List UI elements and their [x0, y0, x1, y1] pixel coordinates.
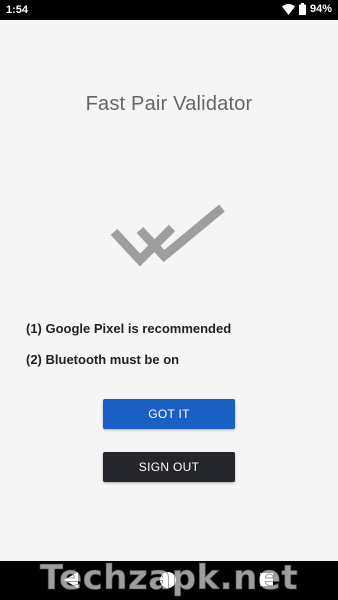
status-icons: 94%: [281, 3, 332, 15]
recents-icon[interactable]: [260, 573, 273, 586]
requirement-bluetooth: (2) Bluetooth must be on: [26, 352, 180, 367]
got-it-button[interactable]: GOT IT: [103, 399, 235, 429]
double-check-icon: [110, 204, 225, 267]
back-icon[interactable]: [64, 572, 78, 588]
battery-icon: [298, 3, 306, 15]
battery-percent: 94%: [309, 3, 332, 15]
sign-out-button[interactable]: SIGN OUT: [103, 452, 235, 482]
home-icon[interactable]: [160, 572, 176, 588]
status-bar: 1:54 94%: [0, 0, 338, 20]
status-time: 1:54: [6, 4, 29, 16]
app-title: Fast Pair Validator: [85, 93, 253, 115]
navigation-bar: [0, 561, 338, 600]
wifi-icon: [281, 3, 295, 15]
requirement-pixel: (1) Google Pixel is recommended: [26, 321, 232, 336]
